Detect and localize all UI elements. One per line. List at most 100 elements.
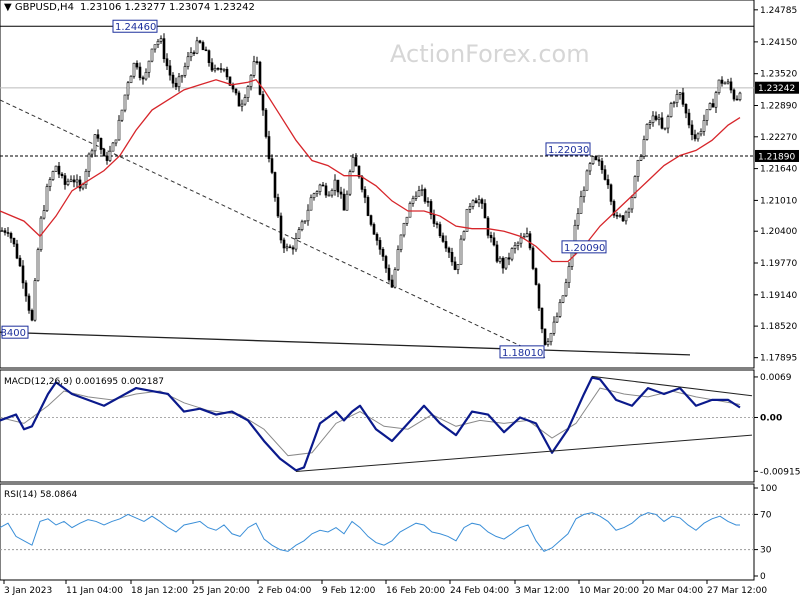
candle-body: [213, 67, 217, 71]
candle-body: [75, 179, 79, 183]
candle-body: [384, 256, 388, 269]
candle-body: [687, 112, 691, 126]
svg-text:▼ GBPUSD,H41.23106 1.23277 1.2: ▼ GBPUSD,H4 1.23106 1.23277 1.23074 1.232…: [4, 2, 255, 13]
symbol-label: GBPUSD,H4: [15, 2, 74, 13]
candle-body: [702, 120, 706, 132]
candle-body: [534, 268, 538, 285]
macd-title: MACD(12,26,9) 0.001695 0.002187: [4, 377, 164, 387]
x-tick-label: 18 Jan 12:00: [131, 586, 188, 596]
candle-body: [657, 117, 661, 120]
candle-body: [474, 200, 478, 204]
y-tick-label: 0: [760, 572, 766, 582]
x-tick-label: 2 Feb 04:00: [258, 586, 312, 596]
candle-body: [543, 328, 547, 345]
price-annotation-label: 1.24460: [115, 22, 156, 33]
candle-body: [471, 200, 475, 207]
y-tick-label: 0.00: [760, 413, 782, 423]
candle-body: [45, 186, 49, 211]
candle-body: [291, 247, 295, 250]
candle-body: [234, 88, 238, 94]
candle-body: [507, 257, 511, 260]
candle-body: [603, 169, 607, 180]
candle-body: [618, 215, 622, 217]
y-tick-label: 1.18520: [760, 322, 797, 332]
y-tick-label: 1.21010: [760, 196, 797, 206]
candle-body: [738, 92, 742, 100]
x-tick-label: 11 Jan 04:00: [66, 586, 123, 596]
candle-body: [372, 224, 376, 235]
candle-body: [417, 190, 421, 197]
candle-body: [330, 190, 334, 196]
candle-body: [51, 171, 55, 180]
candle-body: [282, 239, 286, 249]
candle-body: [693, 134, 697, 140]
candle-body: [306, 209, 310, 222]
candle-body: [129, 75, 133, 84]
price-panel-frame: [0, 0, 755, 369]
candle-body: [591, 156, 595, 164]
candle-body: [3, 230, 7, 233]
candle-body: [294, 238, 298, 250]
candle-body: [138, 66, 142, 78]
candle-body: [678, 92, 682, 95]
candle-body: [276, 197, 280, 217]
candle-body: [36, 249, 40, 282]
y-tick-label: 1.19140: [760, 291, 797, 301]
candle-body: [336, 179, 340, 193]
candle-body: [546, 341, 550, 345]
chart-canvas: ActionForex.com 1.24460 1.22030 1.20090 1.1…: [0, 0, 800, 596]
candle-body: [441, 235, 445, 242]
candle-body: [390, 279, 394, 288]
candle-body: [207, 50, 211, 63]
x-tick-label: 16 Feb 20:00: [386, 586, 445, 596]
candle-body: [663, 127, 667, 130]
candle-body: [711, 103, 715, 108]
candle-body: [153, 44, 157, 50]
y-tick-label: 1.22270: [760, 133, 797, 143]
candle-body: [81, 184, 85, 189]
candle-body: [369, 215, 373, 225]
candle-body: [555, 316, 559, 323]
y-tick-label: 30: [760, 546, 772, 556]
candle-body: [141, 77, 145, 80]
candle-body: [321, 184, 325, 187]
candle-body: [600, 160, 604, 170]
price-annotation-label: 1.18010: [502, 348, 543, 359]
candle-body: [144, 71, 148, 80]
candle-body: [351, 157, 355, 172]
candle-body: [639, 156, 643, 161]
candle-body: [621, 215, 625, 222]
rsi-title: RSI(14) 58.0864: [4, 490, 77, 500]
candle-body: [339, 191, 343, 195]
candle-body: [399, 234, 403, 250]
price-tag-label: 1.21890: [758, 152, 795, 162]
candle-body: [93, 134, 97, 152]
candle-body: [489, 235, 493, 239]
candle-body: [426, 201, 430, 203]
candle-body: [324, 185, 328, 196]
candle-body: [456, 264, 460, 270]
candle-body: [225, 68, 229, 78]
candle-body: [132, 62, 136, 77]
candle-body: [729, 81, 733, 91]
x-tick-label: 24 Feb 04:00: [450, 586, 509, 596]
candle-body: [486, 217, 490, 236]
candle-body: [126, 82, 130, 96]
candle-body: [549, 333, 553, 343]
candle-body: [201, 42, 205, 51]
candle-body: [537, 284, 541, 309]
candle-body: [66, 180, 70, 185]
candle-body: [516, 242, 520, 246]
y-tick-label: 1.24150: [760, 38, 797, 48]
candle-body: [162, 38, 166, 60]
candle-body: [378, 240, 382, 250]
candle-body: [165, 58, 169, 67]
candle-body: [567, 266, 571, 283]
candle-body: [708, 103, 712, 110]
candle-body: [315, 191, 319, 195]
candle-body: [108, 150, 112, 161]
candle-body: [444, 241, 448, 249]
candle-body: [684, 104, 688, 114]
price-annotation-label: 1.18400: [0, 328, 26, 339]
candle-body: [696, 133, 700, 140]
